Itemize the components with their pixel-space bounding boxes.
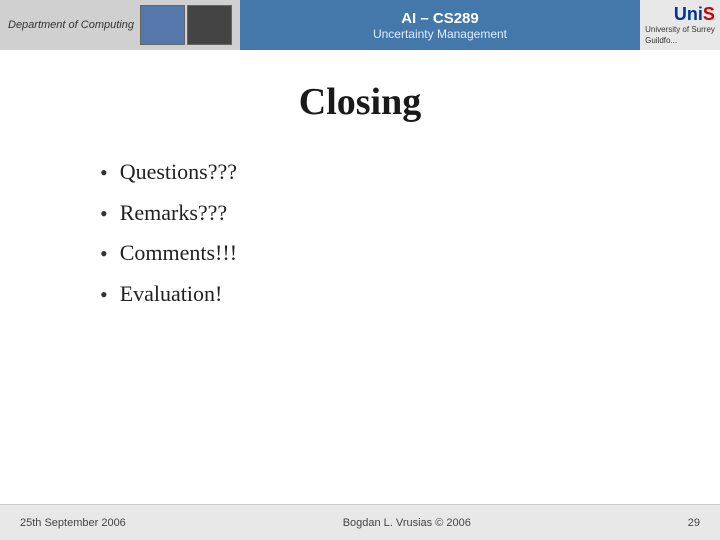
dept-label: Department of Computing bbox=[8, 19, 134, 31]
bullet-dot: • bbox=[100, 281, 108, 310]
header-right: UniS University of Surrey Guildfo... bbox=[640, 0, 720, 50]
uni-logo: UniS University of Surrey Guildfo... bbox=[645, 4, 715, 46]
list-item: • Comments!!! bbox=[100, 240, 660, 269]
bullet-dot: • bbox=[100, 159, 108, 188]
bullet-dot: • bbox=[100, 240, 108, 269]
bullet-text: Questions??? bbox=[120, 159, 237, 185]
footer-page: 29 bbox=[688, 517, 700, 529]
header-subtitle: Uncertainty Management bbox=[373, 27, 507, 41]
footer-author: Bogdan L. Vrusias © 2006 bbox=[343, 517, 471, 529]
bullet-text: Comments!!! bbox=[120, 240, 237, 266]
uni-logo-top: UniS bbox=[674, 4, 715, 25]
header: Department of Computing AI – CS289 Uncer… bbox=[0, 0, 720, 50]
header-image-1 bbox=[140, 5, 185, 45]
main-content: Closing • Questions??? • Remarks??? • Comment… bbox=[0, 50, 720, 341]
uni-s-initial: UniS bbox=[674, 4, 715, 25]
footer-date: 25th September 2006 bbox=[20, 517, 126, 529]
bullet-text: Evaluation! bbox=[120, 281, 223, 307]
list-item: • Remarks??? bbox=[100, 200, 660, 229]
bullet-text: Remarks??? bbox=[120, 200, 228, 226]
list-item: • Questions??? bbox=[100, 159, 660, 188]
bullet-list: • Questions??? • Remarks??? • Comments!!! • Eva… bbox=[60, 159, 660, 309]
uni-name: University of Surrey Guildfo... bbox=[645, 25, 715, 46]
bullet-dot: • bbox=[100, 200, 108, 229]
footer: 25th September 2006 Bogdan L. Vrusias © … bbox=[0, 504, 720, 540]
slide-title: Closing bbox=[60, 80, 660, 124]
header-title: AI – CS289 bbox=[401, 10, 479, 27]
header-center: AI – CS289 Uncertainty Management bbox=[240, 0, 640, 50]
header-image-2 bbox=[187, 5, 232, 45]
list-item: • Evaluation! bbox=[100, 281, 660, 310]
header-left: Department of Computing bbox=[0, 0, 240, 50]
header-images bbox=[140, 5, 232, 45]
